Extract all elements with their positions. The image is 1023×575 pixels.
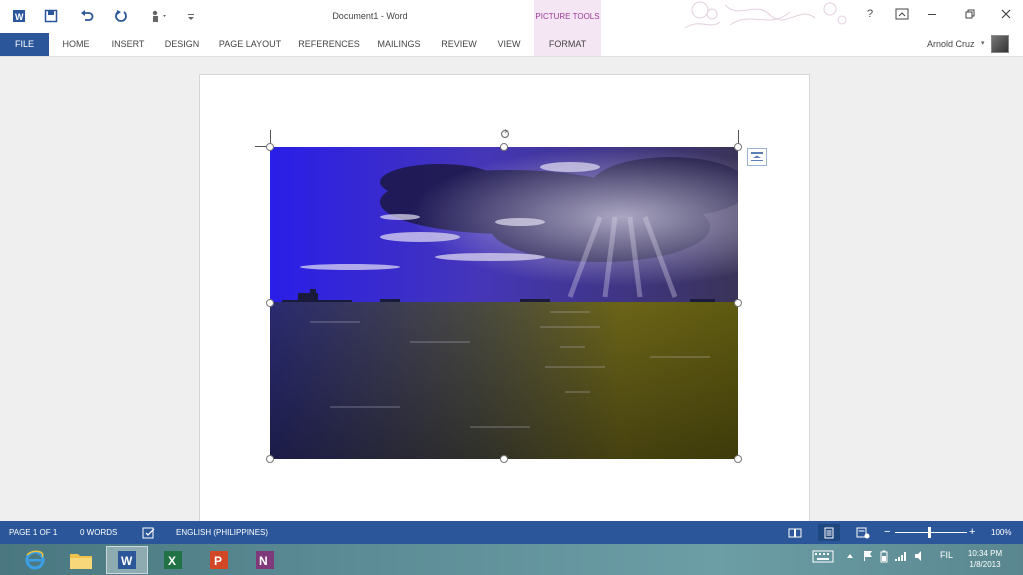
decorative-background (684, 1, 847, 29)
undo-icon[interactable] (76, 6, 98, 26)
rotate-handle-icon[interactable] (500, 126, 510, 139)
word-count[interactable]: 0 WORDS (80, 521, 117, 544)
svg-text:X: X (168, 554, 176, 568)
minimize-icon[interactable] (920, 4, 944, 24)
resize-handle-left[interactable] (266, 299, 274, 307)
tab-home[interactable]: HOME (58, 33, 94, 56)
excel-taskbar-icon[interactable]: X (152, 546, 194, 574)
file-explorer-icon[interactable] (60, 546, 102, 574)
clock[interactable]: 10:34 PM 1/8/2013 (960, 548, 1010, 570)
redo-icon[interactable] (110, 6, 132, 26)
zoom-slider-track[interactable] (895, 532, 967, 533)
close-icon[interactable] (994, 4, 1018, 24)
word-app-icon[interactable]: W (8, 6, 30, 26)
customize-qat-icon[interactable] (180, 6, 202, 26)
title-bar: W Document1 - Word PICTURE TOOLS ? (0, 0, 1023, 33)
web-layout-icon[interactable] (852, 524, 874, 541)
clock-date: 1/8/2013 (969, 560, 1001, 569)
picture-tools-group: PICTURE TOOLS (534, 0, 601, 33)
tab-design[interactable]: DESIGN (162, 33, 202, 56)
user-menu-chevron-icon[interactable]: ▾ (981, 39, 985, 47)
svg-text:W: W (121, 554, 133, 568)
action-center-flag-icon[interactable] (862, 550, 874, 564)
layout-options-icon[interactable] (747, 148, 767, 166)
show-hidden-icons-icon[interactable] (845, 550, 855, 564)
svg-text:P: P (214, 554, 222, 568)
tab-file[interactable]: FILE (0, 33, 49, 56)
tab-mailings[interactable]: MAILINGS (374, 33, 424, 56)
tab-insert[interactable]: INSERT (108, 33, 148, 56)
zoom-slider-thumb[interactable] (928, 527, 931, 538)
zoom-level[interactable]: 100% (991, 521, 1011, 544)
svg-text:N: N (259, 554, 268, 568)
onenote-taskbar-icon[interactable]: N (244, 546, 286, 574)
word-taskbar-icon[interactable]: W (106, 546, 148, 574)
resize-handle-top[interactable] (500, 143, 508, 151)
battery-icon[interactable] (880, 550, 888, 565)
svg-text:W: W (15, 12, 24, 22)
internet-explorer-icon[interactable] (14, 546, 56, 574)
tab-review[interactable]: REVIEW (438, 33, 480, 56)
inserted-picture[interactable] (270, 147, 738, 459)
print-layout-icon[interactable] (818, 524, 840, 541)
clock-time: 10:34 PM (967, 549, 1003, 558)
document-workspace (0, 56, 1023, 522)
resize-handle-top-left[interactable] (266, 143, 274, 151)
read-mode-icon[interactable] (784, 524, 806, 541)
restore-icon[interactable] (958, 4, 982, 24)
touch-mode-icon[interactable] (146, 6, 172, 26)
tab-view[interactable]: VIEW (494, 33, 524, 56)
ribbon-tabs: FILE HOME INSERT DESIGN PAGE LAYOUT REFE… (0, 33, 1023, 56)
tab-format[interactable]: FORMAT (534, 33, 601, 56)
volume-icon[interactable] (914, 550, 926, 564)
zoom-in-icon[interactable]: + (969, 521, 975, 544)
zoom-out-icon[interactable]: − (884, 521, 890, 544)
picture-tools-label: PICTURE TOOLS (535, 12, 600, 21)
resize-handle-bottom[interactable] (500, 455, 508, 463)
windows-taskbar: W X P N FIL 10:34 PM 1/8/2013 (0, 544, 1023, 575)
user-name[interactable]: Arnold Cruz (927, 39, 975, 49)
network-signal-icon[interactable] (894, 550, 908, 564)
resize-handle-bottom-left[interactable] (266, 455, 274, 463)
resize-handle-right[interactable] (734, 299, 742, 307)
page-count[interactable]: PAGE 1 OF 1 (9, 521, 57, 544)
avatar[interactable] (991, 35, 1009, 53)
tab-references[interactable]: REFERENCES (298, 33, 360, 56)
powerpoint-taskbar-icon[interactable]: P (198, 546, 240, 574)
resize-handle-bottom-right[interactable] (734, 455, 742, 463)
proofing-icon[interactable] (138, 524, 160, 541)
ribbon-display-options-icon[interactable] (890, 4, 914, 24)
document-title: Document1 - Word (332, 11, 408, 21)
resize-handle-top-right[interactable] (734, 143, 742, 151)
language-status[interactable]: ENGLISH (PHILIPPINES) (176, 521, 268, 544)
tab-page-layout[interactable]: PAGE LAYOUT (216, 33, 284, 56)
status-bar: PAGE 1 OF 1 0 WORDS ENGLISH (PHILIPPINES… (0, 521, 1023, 544)
help-button[interactable]: ? (858, 4, 882, 24)
document-page[interactable] (199, 74, 810, 522)
touch-keyboard-icon[interactable] (812, 550, 834, 565)
input-language[interactable]: FIL (940, 550, 953, 560)
save-icon[interactable] (40, 6, 62, 26)
